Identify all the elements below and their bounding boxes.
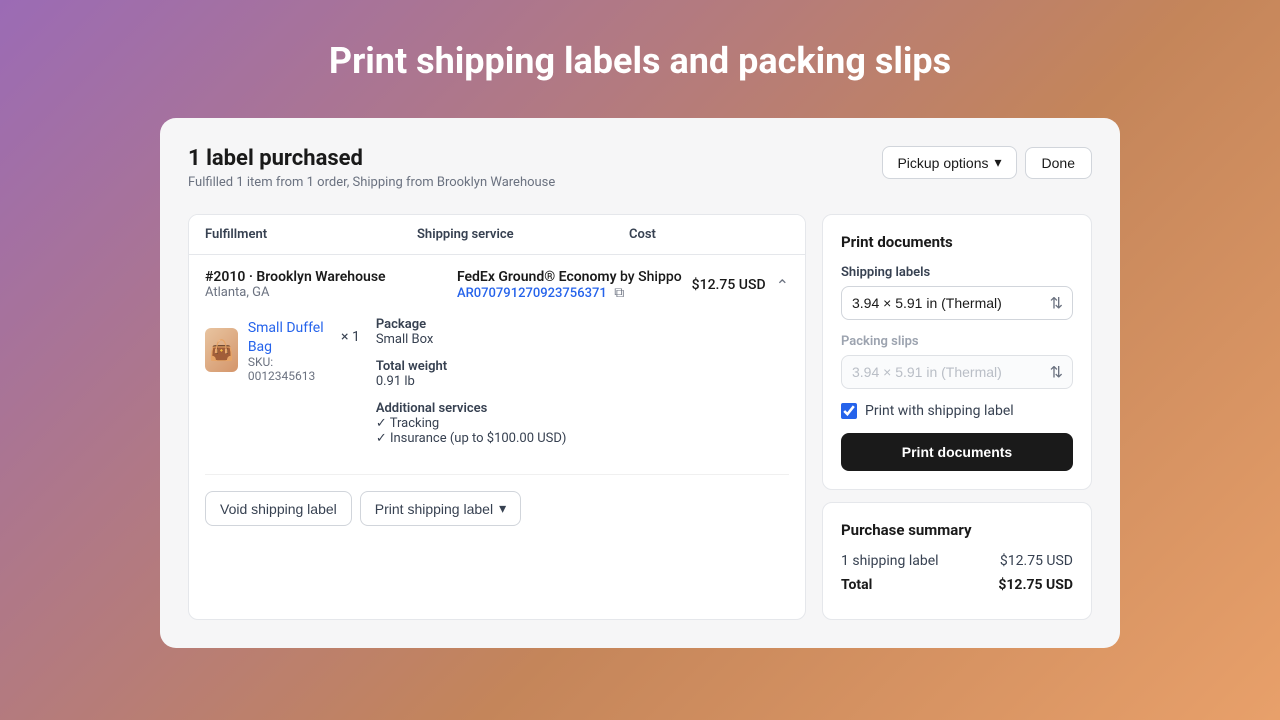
pickup-options-label: Pickup options — [897, 155, 988, 171]
weight-value: 0.91 lb — [376, 374, 789, 389]
chevron-down-icon: ▾ — [995, 154, 1002, 171]
fulfillment-shipping: FedEx Ground® Economy by Shippo AR070791… — [457, 269, 682, 301]
shipping-by-text: by Shippo — [620, 269, 682, 285]
page-title: Print shipping labels and packing slips — [329, 40, 951, 82]
fulfillment-info: #2010 · Brooklyn Warehouse Atlanta, GA F… — [205, 269, 789, 301]
col-cost: Cost — [629, 227, 759, 242]
shipping-detail-row: 👜 Small Duffel Bag SKU: 0012345613 × 1 P… — [205, 317, 789, 458]
header-right: Pickup options ▾ Done — [882, 146, 1092, 179]
col-shipping: Shipping service — [417, 227, 629, 242]
print-docs-card: Print documents Shipping labels 3.94 × 5… — [822, 214, 1092, 490]
fulfillment-id: #2010 · Brooklyn Warehouse — [205, 269, 386, 285]
quantity-badge: × 1 — [341, 317, 360, 345]
tracking-link[interactable]: AR070791270923756371 — [457, 286, 607, 301]
action-buttons: Void shipping label Print shipping label… — [205, 474, 789, 526]
print-with-label-label[interactable]: Print with shipping label — [865, 403, 1014, 419]
void-label-button[interactable]: Void shipping label — [205, 491, 352, 526]
fulfillment-info-left: #2010 · Brooklyn Warehouse Atlanta, GA — [205, 269, 386, 300]
product-sku: SKU: 0012345613 — [248, 355, 325, 383]
shipping-label-row-label: 1 shipping label — [841, 553, 939, 569]
fulfillment-row: #2010 · Brooklyn Warehouse Atlanta, GA F… — [189, 255, 805, 540]
weight-label: Total weight — [376, 359, 789, 374]
copy-icon[interactable]: ⧉ — [614, 285, 624, 301]
table-header: Fulfillment Shipping service Cost — [189, 215, 805, 255]
shipping-label-row: 1 shipping label $12.75 USD — [841, 553, 1073, 569]
fulfillment-table: Fulfillment Shipping service Cost #2010 … — [188, 214, 806, 620]
weight-section: Total weight 0.91 lb — [376, 359, 789, 389]
shipping-label-row-value: $12.75 USD — [1000, 553, 1073, 569]
done-button[interactable]: Done — [1025, 147, 1092, 179]
print-docs-title: Print documents — [841, 233, 1073, 251]
shipping-labels-label: Shipping labels — [841, 265, 1073, 280]
col-expand — [759, 227, 789, 242]
packing-slips-select[interactable]: 3.94 × 5.91 in (Thermal) — [841, 355, 1073, 389]
product-name-block: Small Duffel Bag SKU: 0012345613 — [248, 317, 325, 383]
checkbox-row: Print with shipping label — [841, 403, 1073, 419]
additional-label: Additional services — [376, 401, 789, 416]
shipping-service-name: FedEx Ground® Economy — [457, 269, 617, 285]
print-documents-button[interactable]: Print documents — [841, 433, 1073, 471]
packing-slips-label: Packing slips — [841, 334, 1073, 349]
fulfillment-cost: $12.75 USD — [692, 277, 766, 293]
purchase-summary-card: Purchase summary 1 shipping label $12.75… — [822, 502, 1092, 620]
product-link[interactable]: Small Duffel Bag — [248, 320, 324, 355]
service-tracking: Tracking — [376, 416, 789, 431]
col-fulfillment: Fulfillment — [205, 227, 417, 242]
label-count: 1 label purchased — [188, 146, 555, 171]
print-label-text: Print shipping label — [375, 501, 493, 517]
packing-slips-select-wrapper: 3.94 × 5.91 in (Thermal) ⇅ — [841, 355, 1073, 389]
product-image: 👜 — [205, 328, 238, 372]
total-row: Total $12.75 USD — [841, 577, 1073, 593]
service-insurance: Insurance (up to $100.00 USD) — [376, 431, 789, 446]
print-with-label-checkbox[interactable] — [841, 403, 857, 419]
header-subtitle: Fulfilled 1 item from 1 order, Shipping … — [188, 175, 555, 190]
shipping-labels-select[interactable]: 3.94 × 5.91 in (Thermal) 4 × 6 in (Therm… — [841, 286, 1073, 320]
package-section: Package Small Box — [376, 317, 789, 347]
package-label: Package — [376, 317, 789, 332]
print-label-button[interactable]: Print shipping label ▾ — [360, 491, 521, 526]
main-content: Fulfillment Shipping service Cost #2010 … — [188, 214, 1092, 620]
fulfillment-location: Atlanta, GA — [205, 285, 386, 300]
main-card: 1 label purchased Fulfilled 1 item from … — [160, 118, 1120, 648]
chevron-down-icon-2: ▾ — [499, 500, 506, 517]
product-info: 👜 Small Duffel Bag SKU: 0012345613 — [205, 317, 325, 383]
total-value: $12.75 USD — [998, 577, 1073, 593]
shipping-labels-select-wrapper: 3.94 × 5.91 in (Thermal) 4 × 6 in (Therm… — [841, 286, 1073, 320]
fulfillment-info-right: FedEx Ground® Economy by Shippo AR070791… — [457, 269, 789, 301]
total-label: Total — [841, 577, 872, 593]
chevron-up-icon[interactable]: ⌃ — [776, 276, 789, 295]
right-panel: Print documents Shipping labels 3.94 × 5… — [822, 214, 1092, 620]
services-section: Additional services Tracking Insurance (… — [376, 401, 789, 446]
card-header: 1 label purchased Fulfilled 1 item from … — [188, 146, 1092, 190]
purchase-summary-title: Purchase summary — [841, 521, 1073, 539]
header-left: 1 label purchased Fulfilled 1 item from … — [188, 146, 555, 190]
package-value: Small Box — [376, 332, 789, 347]
pickup-options-button[interactable]: Pickup options ▾ — [882, 146, 1016, 179]
package-details: Package Small Box Total weight 0.91 lb A… — [376, 317, 789, 458]
